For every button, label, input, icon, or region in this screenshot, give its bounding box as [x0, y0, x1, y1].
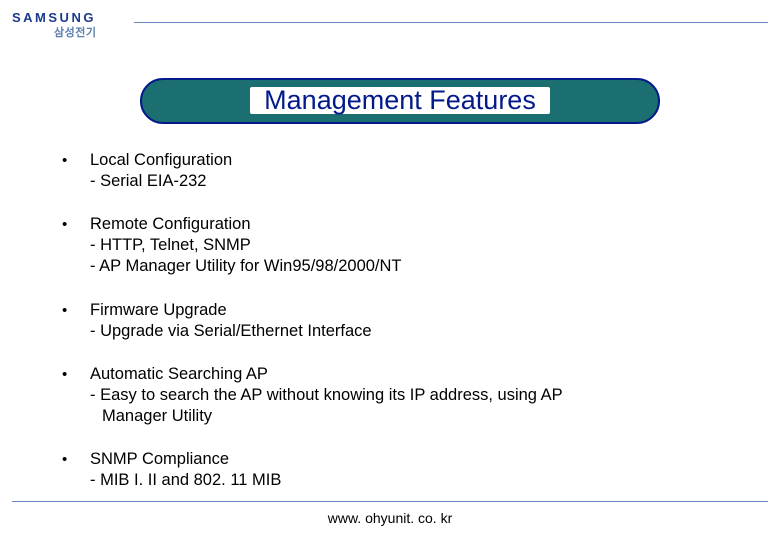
item-sub: AP Manager Utility for Win95/98/2000/NT	[90, 256, 740, 277]
logo: SAMSUNG 삼성전기	[12, 10, 96, 40]
footer-url: www. ohyunit. co. kr	[0, 510, 780, 526]
item-title: Automatic Searching AP	[90, 364, 740, 385]
header: SAMSUNG 삼성전기	[12, 10, 768, 41]
bullet-icon: •	[62, 449, 90, 469]
content-list: • Local Configuration Serial EIA-232 • R…	[62, 150, 740, 513]
list-item: • Local Configuration Serial EIA-232	[62, 150, 740, 192]
bullet-icon: •	[62, 150, 90, 170]
item-sub: HTTP, Telnet, SNMP	[90, 235, 740, 256]
title-pill: Management Features	[140, 78, 660, 124]
bullet-icon: •	[62, 214, 90, 234]
item-sub: Serial EIA-232	[90, 171, 740, 192]
item-title: Local Configuration	[90, 150, 740, 171]
list-item: • Firmware Upgrade Upgrade via Serial/Et…	[62, 300, 740, 342]
logo-main: SAMSUNG	[12, 10, 96, 25]
item-sub: Easy to search the AP without knowing it…	[90, 385, 740, 406]
footer-divider	[12, 501, 768, 502]
list-item: • SNMP Compliance MIB I. II and 802. 11 …	[62, 449, 740, 491]
list-item: • Remote Configuration HTTP, Telnet, SNM…	[62, 214, 740, 277]
item-sub: MIB I. II and 802. 11 MIB	[90, 470, 740, 491]
item-sub: Manager Utility	[90, 406, 740, 427]
bullet-icon: •	[62, 300, 90, 320]
page-title: Management Features	[250, 87, 550, 114]
item-title: Remote Configuration	[90, 214, 740, 235]
header-divider	[134, 22, 768, 23]
bullet-icon: •	[62, 364, 90, 384]
item-title: SNMP Compliance	[90, 449, 740, 470]
item-title: Firmware Upgrade	[90, 300, 740, 321]
item-sub: Upgrade via Serial/Ethernet Interface	[90, 321, 740, 342]
list-item: • Automatic Searching AP Easy to search …	[62, 364, 740, 427]
logo-sub: 삼성전기	[54, 24, 96, 40]
